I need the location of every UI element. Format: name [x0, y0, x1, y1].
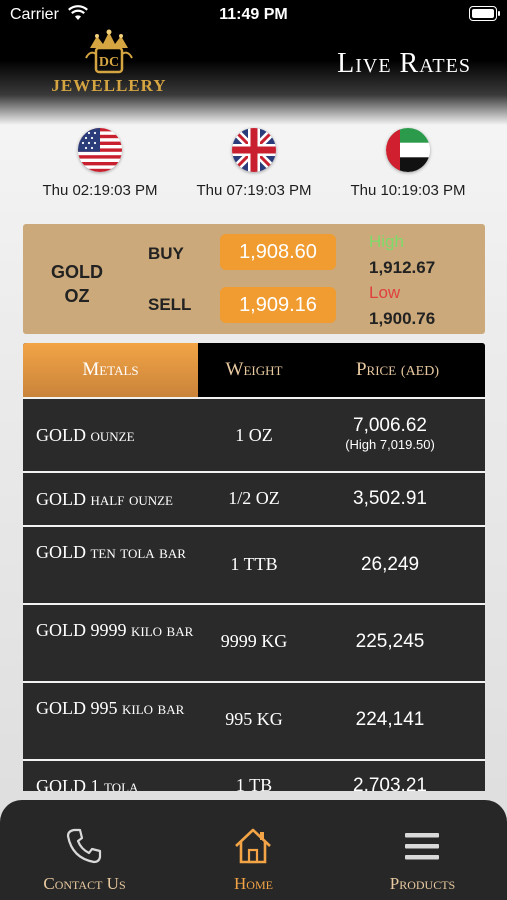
low-label: Low [369, 283, 401, 302]
svg-text:DC: DC [99, 55, 119, 70]
table-row[interactable]: GOLD half ounze 1/2 OZ 3,502.91 [23, 471, 485, 525]
clock-uae-time: Thu 10:19:03 PM [350, 182, 466, 199]
metal-name: GOLD ten tola bar [36, 542, 186, 562]
brand-name: JEWELLERY [51, 76, 167, 95]
low-value: 1,900.76 [369, 309, 436, 328]
tab-home-label: Home [234, 874, 273, 893]
metals-price-table[interactable]: Metals Weight Price (AED) GOLD ounze 1 O… [23, 343, 485, 791]
metal-price: 2,703.21 [353, 775, 427, 791]
battery-icon [469, 6, 500, 21]
metal-price: 225,245 [355, 631, 425, 652]
uae-flag-icon [386, 128, 430, 172]
column-weight: Weight [225, 359, 283, 380]
metal-name: GOLD ounze [36, 425, 135, 445]
metal-price: 7,006.62 (High 7,019.50) [310, 415, 470, 453]
buy-label: BUY [148, 244, 184, 263]
metal-weight: 995 KG [225, 709, 283, 729]
phone-icon [66, 828, 102, 864]
page-title: Live Rates [337, 48, 471, 79]
clock-usa: Thu 02:19:03 PM [20, 128, 180, 199]
sell-label: SELL [148, 295, 192, 314]
home-icon [235, 828, 271, 864]
metal-price: 224,141 [355, 709, 425, 730]
buy-price: 1,908.60 [220, 234, 336, 270]
tab-home[interactable]: Home [169, 800, 338, 900]
menu-icon [405, 833, 439, 860]
metal-weight: 1/2 OZ [228, 488, 280, 508]
gold-oz-label: GOLD OZ [51, 262, 103, 306]
column-price: Price (AED) [355, 359, 440, 380]
table-header: Metals Weight Price (AED) [23, 343, 485, 397]
table-row[interactable]: GOLD 1 tola 1 TB 2,703.21 [23, 759, 485, 791]
table-row[interactable]: GOLD ounze 1 OZ 7,006.62 (High 7,019.50) [23, 397, 485, 471]
world-clocks: Thu 02:19:03 PM Thu 07:19:03 PM Thu 10:1… [0, 128, 507, 208]
metal-weight: 1 TTB [230, 554, 278, 574]
sell-price: 1,909.16 [220, 287, 336, 323]
metal-weight: 1 TB [235, 775, 273, 791]
clock-uk-time: Thu 07:19:03 PM [196, 182, 312, 199]
high-label: High [369, 232, 404, 251]
metal-name: GOLD 9999 kilo bar [36, 620, 194, 640]
brand-logo: DC JEWELLERY [40, 28, 178, 102]
clock-uk: Thu 07:19:03 PM [174, 128, 334, 199]
metal-name: GOLD 995 kilo bar [36, 698, 185, 718]
tab-products-label: Products [389, 874, 456, 893]
metal-weight: 1 OZ [235, 425, 273, 445]
table-row[interactable]: GOLD ten tola bar 1 TTB 26,249 [23, 525, 485, 603]
table-row[interactable]: GOLD 9999 kilo bar 9999 KG 225,245 [23, 603, 485, 681]
high-value: 1,912.67 [369, 258, 436, 277]
usa-flag-icon [78, 128, 122, 172]
metal-price-high: (High 7,019.50) [345, 437, 435, 452]
metal-price: 26,249 [360, 554, 420, 575]
crown-icon: DC [85, 29, 133, 74]
metal-weight: 9999 KG [220, 631, 288, 651]
gold-rate-panel: GOLD OZ BUY 1,908.60 SELL 1,909.16 High 1… [23, 224, 485, 334]
tab-contact-us[interactable]: Contact Us [0, 800, 169, 900]
status-time: 11:49 PM [219, 6, 288, 23]
clock-uae: Thu 10:19:03 PM [328, 128, 488, 199]
tab-contact-label: Contact Us [43, 874, 126, 893]
table-row[interactable]: GOLD 995 kilo bar 995 KG 224,141 [23, 681, 485, 759]
bottom-tab-bar: Contact Us Home Products [0, 800, 507, 900]
metal-price: 3,502.91 [353, 488, 427, 509]
uk-flag-icon [232, 128, 276, 172]
tab-metals[interactable]: Metals [23, 343, 198, 397]
clock-usa-time: Thu 02:19:03 PM [42, 182, 158, 199]
metal-name: GOLD 1 tola [36, 776, 139, 791]
status-bar: Carrier 11:49 PM [0, 0, 507, 30]
tab-products[interactable]: Products [338, 800, 507, 900]
